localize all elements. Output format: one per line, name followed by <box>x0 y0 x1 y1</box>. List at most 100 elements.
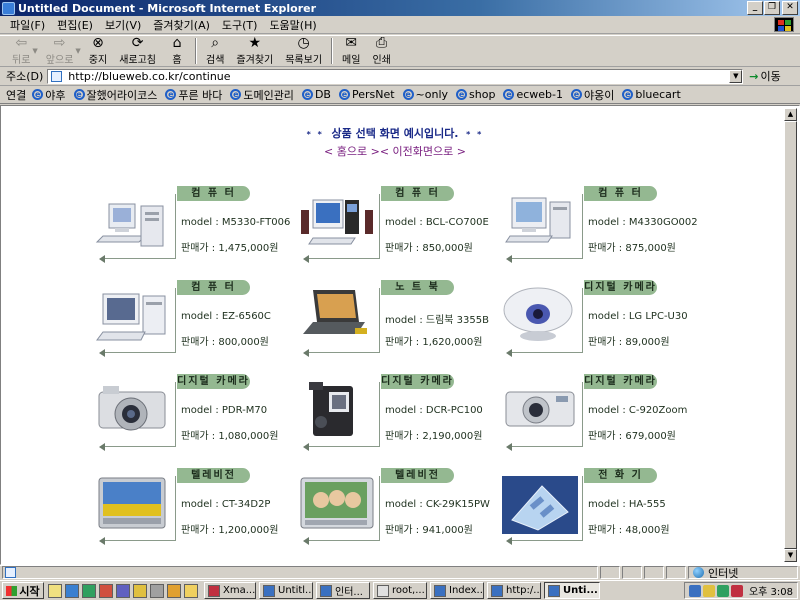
close-button[interactable]: ✕ <box>782 1 798 15</box>
tray-icon[interactable] <box>688 584 701 597</box>
product-model: model : M5330-FT006 <box>181 217 291 228</box>
quick-launch-icon[interactable] <box>48 583 62 598</box>
product-card[interactable]: 디지털 카메라 model : PDR-M70 판매가 : 1,080,000원 <box>95 374 295 454</box>
quick-launch-icon[interactable] <box>65 583 79 598</box>
link-bluecart[interactable]: e bluecart <box>622 88 681 101</box>
menu-favorites[interactable]: 즐겨찾기(A) <box>147 17 216 33</box>
go-button[interactable]: → 이동 <box>749 68 780 84</box>
product-model: model : 드림북 3355B <box>385 315 489 326</box>
scroll-up-icon[interactable]: ▲ <box>784 108 797 121</box>
ie-app-icon[interactable] <box>2 1 15 15</box>
task-label: Unti... <box>563 585 598 596</box>
windows-flag-icon <box>6 585 18 596</box>
card-arrow-icon <box>303 443 309 451</box>
menu-edit[interactable]: 편집(E) <box>51 17 99 33</box>
link-persnet[interactable]: e PersNet <box>338 88 395 101</box>
ie-page-icon: e <box>230 89 242 100</box>
tray-icon[interactable] <box>702 584 715 597</box>
vertical-scrollbar[interactable]: ▲ ▼ <box>784 108 797 562</box>
product-model: model : DCR-PC100 <box>385 405 483 416</box>
quick-launch-icon[interactable] <box>82 583 96 598</box>
taskbar-item-active[interactable]: Unti... <box>544 582 600 599</box>
mail-button[interactable]: ✉ 메일 <box>336 36 366 66</box>
product-card[interactable]: 디지털 카메라 model : C-920Zoom 판매가 : 679,000원 <box>502 374 702 454</box>
start-button[interactable]: 시작 <box>2 582 44 599</box>
product-card[interactable]: 텔레비전 model : CK-29K15PW 판매가 : 941,000원 <box>299 468 499 548</box>
link-ecweb[interactable]: e ecweb-1 <box>503 88 563 101</box>
taskbar-item[interactable]: http:/... <box>487 582 541 599</box>
product-card[interactable]: 컴 퓨 터 model : M4330GO002 판매가 : 875,000원 <box>502 186 702 266</box>
product-card[interactable]: 컴 퓨 터 model : EZ-6560C 판매가 : 800,000원 <box>95 280 295 360</box>
taskbar-item[interactable]: Index... <box>430 582 484 599</box>
taskbar-item[interactable]: 인터... <box>316 582 370 599</box>
product-card[interactable]: 텔레비전 model : CT-34D2P 판매가 : 1,200,000원 <box>95 468 295 548</box>
product-price: 판매가 : 2,190,000원 <box>385 431 483 442</box>
link-blue-sea[interactable]: e 푸른 바다 <box>165 87 222 103</box>
taskbar-item[interactable]: root,... <box>373 582 427 599</box>
print-button[interactable]: ⎙ 인쇄 <box>366 36 396 66</box>
globe-icon <box>693 567 704 578</box>
favorites-button[interactable]: ★ 즐겨찾기 <box>230 36 279 66</box>
menu-file[interactable]: 파일(F) <box>4 17 51 33</box>
link-cat[interactable]: e 야옹이 <box>570 87 614 103</box>
task-icon <box>263 584 275 597</box>
tray-icon[interactable] <box>730 584 743 597</box>
card-bottom-line <box>510 446 583 447</box>
home-button[interactable]: ⌂ 홈 <box>162 36 192 66</box>
scroll-down-icon[interactable]: ▼ <box>784 549 797 562</box>
menu-help[interactable]: 도움말(H) <box>263 17 322 33</box>
product-card[interactable]: 컴 퓨 터 model : M5330-FT006 판매가 : 1,475,00… <box>95 186 295 266</box>
link-db[interactable]: e DB <box>301 88 331 101</box>
clock[interactable]: 오후 3:08 <box>749 583 793 598</box>
menu-view[interactable]: 보기(V) <box>99 17 147 33</box>
status-cell <box>622 566 642 579</box>
product-card[interactable]: 디지털 카메라 model : DCR-PC100 판매가 : 2,190,00… <box>299 374 499 454</box>
product-price: 판매가 : 1,620,000원 <box>385 337 483 348</box>
product-card[interactable]: 노 트 북 model : 드림북 3355B 판매가 : 1,620,000원 <box>299 280 499 360</box>
quick-launch-icon[interactable] <box>167 583 181 598</box>
address-dropdown-icon[interactable]: ▼ <box>729 69 743 83</box>
tray-icon[interactable] <box>716 584 729 597</box>
page-nav: < 홈으로 >< 이전화면으로 > <box>3 143 787 159</box>
link-shop[interactable]: e shop <box>456 88 495 101</box>
history-button[interactable]: ◷ 목록보기 <box>279 36 328 66</box>
link-yahoo[interactable]: e 야후 <box>32 87 66 103</box>
taskbar-item[interactable]: Untitl... <box>259 582 313 599</box>
minimize-button[interactable]: _ <box>747 1 763 15</box>
stop-button[interactable]: ⊗ 중지 <box>83 36 113 66</box>
product-card[interactable]: 전 화 기 model : HA-555 판매가 : 48,000원 <box>502 468 702 548</box>
forward-button[interactable]: ⇨ 앞으로 <box>40 36 80 66</box>
previous-page-link[interactable]: < 이전화면으로 > <box>380 145 466 158</box>
taskbar: 시작 Xma... Untitl... 인터... root,... Index… <box>0 580 800 600</box>
ie-page-icon: e <box>622 89 634 100</box>
heading-stars-left: * * <box>306 130 324 139</box>
card-frame-line <box>175 288 176 352</box>
history-icon: ◷ <box>297 35 310 51</box>
forward-dropdown-icon[interactable]: ▼ <box>75 47 80 55</box>
link-domain-admin[interactable]: e 도메인관리 <box>230 87 294 103</box>
card-bottom-line <box>510 258 583 259</box>
quick-launch-icon[interactable] <box>116 583 130 598</box>
back-dropdown-icon[interactable]: ▼ <box>32 47 37 55</box>
ie-page-icon: e <box>402 89 414 100</box>
address-input[interactable]: http://blueweb.co.kr/continue ▼ <box>47 68 744 84</box>
refresh-button[interactable]: ⟳ 새로고침 <box>113 36 162 66</box>
product-card[interactable]: 디지털 카메라 model : LG LPC-U30 판매가 : 89,000원 <box>502 280 702 360</box>
quick-launch-icon[interactable] <box>99 583 113 598</box>
taskbar-item[interactable]: Xma... <box>204 582 256 599</box>
menu-tools[interactable]: 도구(T) <box>216 17 264 33</box>
card-arrow-icon <box>99 443 105 451</box>
quick-launch-icon[interactable] <box>133 583 147 598</box>
link-lycos[interactable]: e 잘했어라이코스 <box>73 87 157 103</box>
quick-launch-icon[interactable] <box>184 583 198 598</box>
product-card[interactable]: 컴 퓨 터 model : BCL-CO700E 판매가 : 850,000원 <box>299 186 499 266</box>
search-button[interactable]: ⌕ 검색 <box>200 36 230 66</box>
card-frame-line <box>379 476 380 540</box>
restore-button[interactable]: ❐ <box>764 1 780 15</box>
link-only[interactable]: e ~only <box>402 88 448 101</box>
home-link[interactable]: < 홈으로 > <box>324 145 380 158</box>
quick-launch-icon[interactable] <box>150 583 164 598</box>
ie-page-icon: e <box>570 89 582 100</box>
scroll-thumb[interactable] <box>784 121 797 549</box>
product-price: 판매가 : 875,000원 <box>588 243 676 254</box>
